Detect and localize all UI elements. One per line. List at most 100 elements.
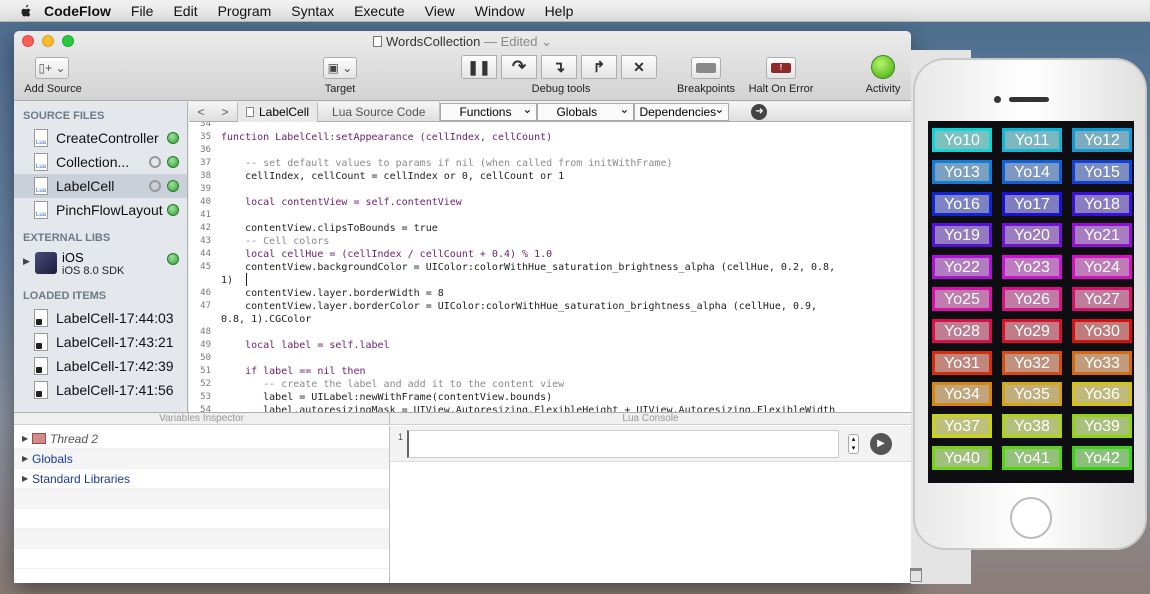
menu-syntax[interactable]: Syntax — [281, 3, 344, 19]
stop-button[interactable]: ✕ — [621, 55, 657, 79]
line-number[interactable]: 53 — [189, 391, 211, 404]
collection-cell[interactable]: Yo39 — [1072, 414, 1132, 439]
collection-cell[interactable]: Yo34 — [932, 382, 992, 407]
code-line[interactable]: label = UILabel:newWithFrame(contentView… — [221, 391, 552, 404]
collection-cell[interactable]: Yo18 — [1072, 191, 1132, 216]
line-number[interactable]: 45 — [189, 261, 211, 274]
loaded-item[interactable]: LabelCell-17:44:03 — [14, 306, 187, 330]
variable-row-standard-libraries[interactable]: ▶ Standard Libraries — [14, 469, 389, 489]
file-tab[interactable]: LabelCell — [237, 101, 319, 122]
source-file-item[interactable]: Lua Collection... — [14, 150, 187, 174]
collection-cell[interactable]: Yo17 — [1002, 191, 1062, 216]
collection-cell[interactable]: Yo24 — [1072, 255, 1132, 280]
collection-cell[interactable]: Yo26 — [1002, 287, 1062, 311]
globals-dropdown[interactable]: Globals — [537, 101, 635, 121]
disclosure-triangle-icon[interactable]: ▶ — [23, 256, 30, 267]
console-input[interactable] — [407, 430, 839, 458]
code-line[interactable]: contentView.layer.borderWidth = 8 — [221, 287, 444, 300]
collection-cell[interactable]: Yo22 — [932, 255, 992, 280]
menu-help[interactable]: Help — [535, 3, 584, 19]
collection-cell[interactable]: Yo42 — [1072, 446, 1132, 470]
line-number[interactable]: 51 — [189, 365, 211, 378]
line-number[interactable]: 38 — [189, 170, 211, 183]
loaded-item[interactable]: LabelCell-17:43:21 — [14, 330, 187, 354]
disclosure-triangle-icon[interactable]: ▶ — [22, 449, 28, 469]
collection-cell[interactable]: Yo30 — [1072, 318, 1132, 343]
collection-cell[interactable]: Yo27 — [1072, 287, 1132, 311]
collection-cell[interactable]: Yo41 — [1002, 446, 1062, 470]
disclosure-triangle-icon[interactable]: ▶ — [22, 429, 28, 449]
collection-cell[interactable]: Yo11 — [1002, 128, 1062, 152]
source-file-item[interactable]: Lua PinchFlowLayout — [14, 198, 187, 222]
collection-cell[interactable]: Yo31 — [932, 350, 992, 375]
source-file-item[interactable]: Lua LabelCell — [14, 174, 187, 198]
target-button[interactable]: ▣ ⌄ Target — [317, 31, 363, 101]
line-number[interactable]: 54 — [189, 404, 211, 412]
apple-icon[interactable] — [16, 2, 34, 20]
breakpoints-button[interactable]: Breakpoints — [674, 31, 738, 101]
ios-lib-item[interactable]: ▶ iOS iOS 8.0 SDK — [14, 248, 187, 282]
menu-program[interactable]: Program — [208, 3, 282, 19]
menu-file[interactable]: File — [121, 3, 164, 19]
line-number[interactable]: 39 — [189, 183, 211, 196]
collection-cell[interactable]: Yo19 — [932, 223, 992, 248]
collection-cell[interactable]: Yo16 — [932, 191, 992, 216]
code-line[interactable]: if label == nil then — [221, 365, 365, 378]
line-number[interactable]: 49 — [189, 339, 211, 352]
collection-cell[interactable]: Yo21 — [1072, 223, 1132, 248]
loaded-item[interactable]: LabelCell-17:41:56 — [14, 378, 187, 402]
collection-cell[interactable]: Yo25 — [932, 287, 992, 311]
collection-cell[interactable]: Yo36 — [1072, 382, 1132, 407]
collection-cell[interactable]: Yo13 — [932, 159, 992, 184]
code-line[interactable]: -- Cell colors — [221, 235, 329, 248]
menu-edit[interactable]: Edit — [163, 3, 207, 19]
collection-cell[interactable]: Yo23 — [1002, 255, 1062, 280]
collection-cell[interactable]: Yo37 — [932, 414, 992, 439]
line-number[interactable]: 41 — [189, 209, 211, 222]
code-line[interactable]: cellIndex, cellCount = cellIndex or 0, c… — [221, 170, 564, 183]
back-arrow-icon[interactable]: < — [189, 105, 213, 119]
code-line[interactable]: -- set default values to params if nil (… — [221, 157, 672, 170]
loaded-item[interactable]: LabelCell-17:42:39 — [14, 354, 187, 378]
code-line[interactable]: contentView.clipsToBounds = true — [221, 222, 438, 235]
line-number[interactable]: 34 — [189, 122, 211, 131]
line-number[interactable]: 52 — [189, 378, 211, 391]
line-number[interactable]: 48 — [189, 326, 211, 339]
activity-indicator[interactable]: Activity — [858, 31, 908, 101]
line-number[interactable]: 50 — [189, 352, 211, 365]
pause-button[interactable]: ❚❚ — [461, 55, 497, 79]
line-number[interactable]: 36 — [189, 144, 211, 157]
halt-on-error-button[interactable]: ! Halt On Error — [744, 31, 818, 101]
menu-view[interactable]: View — [415, 3, 465, 19]
code-line[interactable]: label.autoresizingMask = UIView.Autoresi… — [221, 404, 835, 412]
collection-cell[interactable]: Yo12 — [1072, 128, 1132, 152]
go-arrow-icon[interactable]: ➜ — [751, 103, 768, 120]
variable-row-thread[interactable]: ▶ Thread 2 — [14, 429, 389, 449]
line-number[interactable]: 37 — [189, 157, 211, 170]
home-button[interactable] — [1010, 497, 1052, 539]
collection-cell[interactable]: Yo35 — [1002, 382, 1062, 407]
line-number[interactable]: 43 — [189, 235, 211, 248]
code-line[interactable]: local contentView = self.contentView — [221, 196, 462, 209]
collection-cell[interactable]: Yo40 — [932, 446, 992, 470]
source-file-item[interactable]: Lua CreateController — [14, 126, 187, 150]
add-source-button[interactable]: ▯+ ⌄ Add Source — [22, 31, 84, 101]
collection-cell[interactable]: Yo38 — [1002, 414, 1062, 439]
simulator-screen[interactable]: Yo10 Yo11 Yo12 Yo13 Yo14 Yo15 Yo16 Yo17 Yo18 Yo19… — [928, 121, 1134, 483]
disclosure-triangle-icon[interactable]: ▶ — [22, 469, 28, 489]
collection-cell[interactable]: Yo28 — [932, 318, 992, 343]
code-line[interactable]: -- create the label and add it to the co… — [221, 378, 564, 391]
code-line[interactable]: local cellHue = (cellIndex / cellCount +… — [221, 248, 552, 261]
collection-cell[interactable]: Yo32 — [1002, 350, 1062, 375]
code-line[interactable]: contentView.backgroundColor = UIColor:co… — [221, 261, 835, 274]
stepper-icon[interactable]: ▴ ▾ — [848, 434, 859, 454]
run-button[interactable]: ▶ — [870, 433, 892, 455]
menu-window[interactable]: Window — [465, 3, 535, 19]
functions-dropdown[interactable]: Functions — [440, 101, 538, 121]
line-number[interactable]: 44 — [189, 248, 211, 261]
code-line[interactable]: 1) — [221, 274, 233, 287]
variable-row-globals[interactable]: ▶ Globals — [14, 449, 389, 469]
line-number[interactable]: 40 — [189, 196, 211, 209]
code-line[interactable]: contentView.layer.borderColor = UIColor:… — [221, 300, 817, 313]
collection-cell[interactable]: Yo20 — [1002, 223, 1062, 248]
